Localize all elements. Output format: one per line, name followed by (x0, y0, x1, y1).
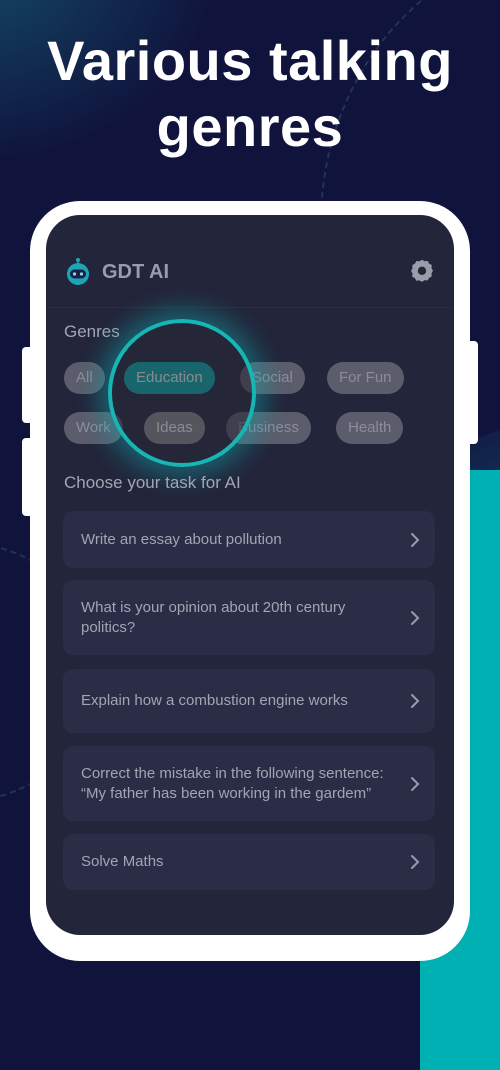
task-text: What is your opinion about 20th century … (81, 598, 346, 636)
genre-chip-health[interactable]: Health (336, 412, 404, 444)
task-item[interactable]: Solve Maths (63, 834, 435, 890)
genres-label: Genres (64, 322, 120, 341)
chevron-right-icon (411, 776, 420, 791)
task-item[interactable]: What is your opinion about 20th century … (63, 580, 435, 655)
genre-chip-all[interactable]: All (64, 362, 105, 394)
headline-line-1: Various talking (47, 29, 453, 92)
genre-chip-business[interactable]: Business (226, 412, 311, 444)
genre-chip-education[interactable]: Education (124, 362, 215, 394)
task-item[interactable]: Write an essay about pollution (63, 511, 435, 568)
genre-chip-social[interactable]: Social (240, 362, 305, 394)
headline: Various talking genres (0, 28, 500, 160)
app-header: GDT AI (46, 215, 454, 308)
task-text: Write an essay about pollution (81, 530, 282, 548)
chevron-right-icon (411, 532, 420, 547)
chevron-right-icon (411, 610, 420, 625)
task-text: Explain how a combustion engine works (81, 692, 348, 709)
task-item[interactable]: Explain how a combustion engine works (63, 669, 435, 733)
genre-chip-ideas[interactable]: Ideas (144, 412, 205, 444)
gear-icon[interactable] (408, 258, 436, 286)
task-text: Correct the mistake in the following sen… (81, 764, 384, 802)
genre-chip-work[interactable]: Work (64, 412, 123, 444)
chevron-right-icon (411, 694, 420, 708)
task-item[interactable]: Correct the mistake in the following sen… (63, 746, 435, 821)
robot-icon (67, 258, 89, 285)
app-screen: GDT AI Genres All Education Social For F… (46, 215, 454, 935)
genre-chip-for-fun[interactable]: For Fun (327, 362, 404, 394)
chevron-right-icon (411, 855, 420, 869)
tasks-label: Choose your task for AI (64, 473, 241, 492)
headline-line-2: genres (156, 95, 344, 158)
task-text: Solve Maths (81, 853, 164, 870)
app-title: GDT AI (102, 261, 170, 283)
